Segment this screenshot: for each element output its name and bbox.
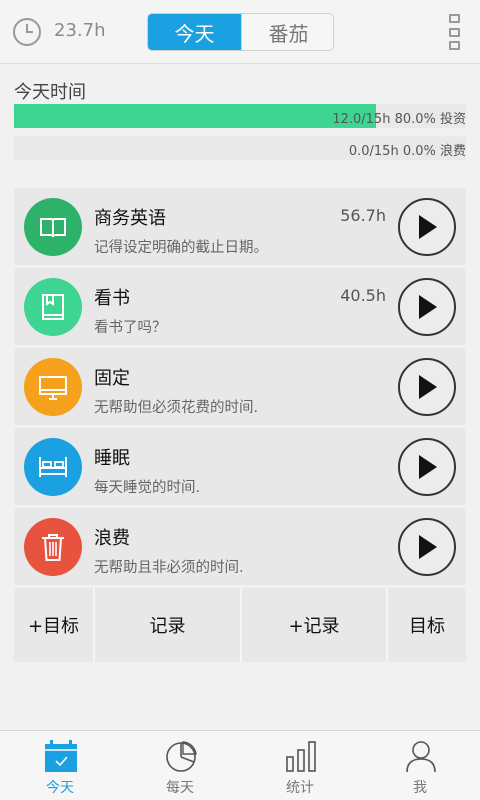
invest-progress-text: 12.0/15h 80.0% 投资 xyxy=(332,112,466,127)
play-button[interactable] xyxy=(398,518,456,576)
invest-progress: 12.0/15h 80.0% 投资 xyxy=(14,104,466,128)
nav-daily[interactable]: 每天 xyxy=(120,731,240,800)
book-icon xyxy=(40,218,66,238)
play-button[interactable] xyxy=(398,278,456,336)
play-button[interactable] xyxy=(398,358,456,416)
activity-hours: 40.5h xyxy=(340,286,386,305)
tab-pomodoro[interactable]: 番茄 xyxy=(241,14,333,50)
view-switch: 今天 番茄 xyxy=(147,13,334,51)
activity-name: 商务英语 xyxy=(94,208,166,229)
today-time-title: 今天时间 xyxy=(14,82,86,103)
activity-name: 睡眠 xyxy=(94,448,130,469)
goals-button[interactable]: 目标 xyxy=(386,588,466,662)
nav-today[interactable]: 今天 xyxy=(0,731,120,800)
bar-chart-icon xyxy=(286,741,316,772)
invest-progress-fill xyxy=(14,104,376,128)
calendar-check-icon xyxy=(45,740,77,772)
activity-badge xyxy=(24,438,82,496)
nav-label: 每天 xyxy=(166,780,194,796)
activity-desc: 看书了吗？ xyxy=(94,320,167,336)
action-row: +目标 记录 +记录 目标 xyxy=(14,588,466,662)
activity-hours: 56.7h xyxy=(340,206,386,225)
user-icon xyxy=(406,741,436,773)
play-button[interactable] xyxy=(398,198,456,256)
list-item[interactable]: 睡眠 每天睡觉的时间. xyxy=(14,428,466,505)
list-item[interactable]: 固定 无帮助但必须花费的时间. xyxy=(14,348,466,425)
nav-label: 统计 xyxy=(286,780,314,796)
list-item[interactable]: 浪费 无帮助且非必须的时间. xyxy=(14,508,466,585)
menu-icon xyxy=(448,14,460,23)
play-button[interactable] xyxy=(398,438,456,496)
play-icon xyxy=(419,375,437,399)
activity-desc: 无帮助且非必须的时间. xyxy=(94,560,244,576)
activity-badge xyxy=(24,358,82,416)
activity-desc: 每天睡觉的时间. xyxy=(94,480,201,496)
trash-icon xyxy=(42,534,64,561)
play-icon xyxy=(419,535,437,559)
bookmark-book-icon xyxy=(42,294,64,320)
nav-label: 今天 xyxy=(46,780,74,796)
activity-name: 固定 xyxy=(94,368,130,389)
top-bar: 23.7h 今天 番茄 xyxy=(0,0,480,64)
waste-progress-text: 0.0/15h 0.0% 浪费 xyxy=(348,144,466,159)
pie-chart-icon xyxy=(166,741,197,772)
activity-desc: 无帮助但必须花费的时间. xyxy=(94,400,259,416)
play-icon xyxy=(419,215,437,239)
activity-badge xyxy=(24,518,82,576)
overflow-menu-button[interactable] xyxy=(446,14,462,50)
add-record-button[interactable]: +记录 xyxy=(240,588,386,662)
records-button[interactable]: 记录 xyxy=(93,588,240,662)
waste-progress: 0.0/15h 0.0% 浪费 xyxy=(14,136,466,160)
play-icon xyxy=(419,295,437,319)
total-hours: 23.7h xyxy=(54,20,106,41)
bed-icon xyxy=(39,457,67,477)
activity-name: 看书 xyxy=(94,288,130,309)
activity-badge xyxy=(24,198,82,256)
list-item[interactable]: 商务英语 56.7h 记得设定明确的截止日期。 xyxy=(14,188,466,265)
nav-stats[interactable]: 统计 xyxy=(240,731,360,800)
nav-label: 我 xyxy=(413,780,427,796)
tab-today[interactable]: 今天 xyxy=(148,14,241,50)
activity-name: 浪费 xyxy=(94,528,130,549)
activity-badge xyxy=(24,278,82,336)
bottom-nav: 今天 每天 统计 我 xyxy=(0,730,480,800)
nav-me[interactable]: 我 xyxy=(360,731,480,800)
monitor-icon xyxy=(39,376,67,400)
list-item[interactable]: 看书 40.5h 看书了吗？ xyxy=(14,268,466,345)
clock-icon xyxy=(13,18,41,46)
add-goal-button[interactable]: +目标 xyxy=(14,588,93,662)
activity-list: 商务英语 56.7h 记得设定明确的截止日期。 看书 40.5h 看书了吗？ 固… xyxy=(14,188,466,588)
activity-desc: 记得设定明确的截止日期。 xyxy=(94,240,268,256)
play-icon xyxy=(419,455,437,479)
